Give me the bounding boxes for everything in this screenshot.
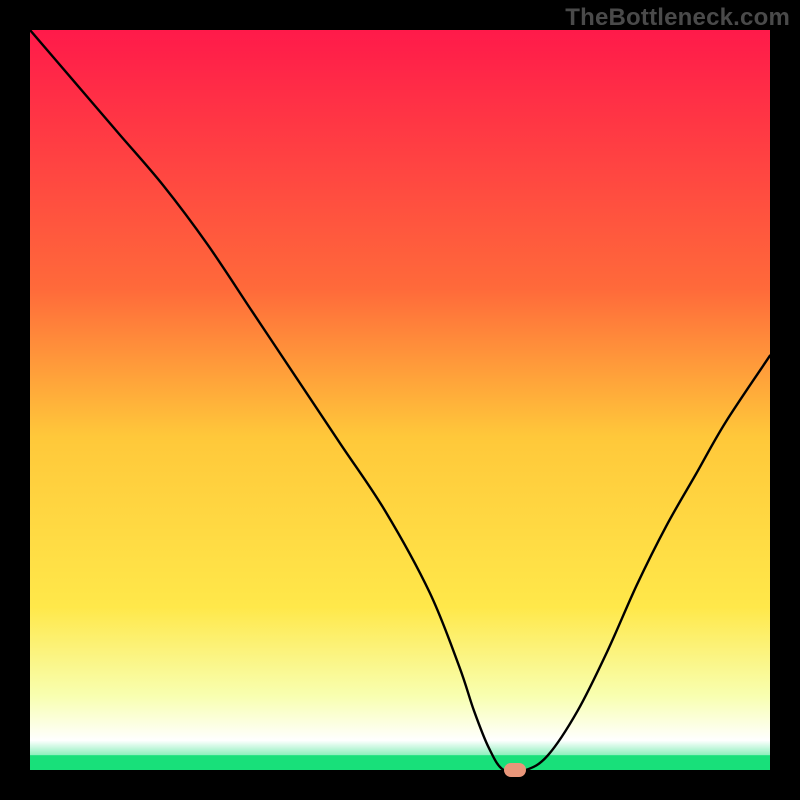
gradient-background xyxy=(30,30,770,770)
plot-svg xyxy=(30,30,770,770)
bottleneck-plot xyxy=(30,30,770,770)
optimal-marker xyxy=(504,763,526,777)
watermark-text: TheBottleneck.com xyxy=(565,4,790,32)
green-band xyxy=(30,755,770,770)
chart-frame: TheBottleneck.com xyxy=(0,0,800,800)
